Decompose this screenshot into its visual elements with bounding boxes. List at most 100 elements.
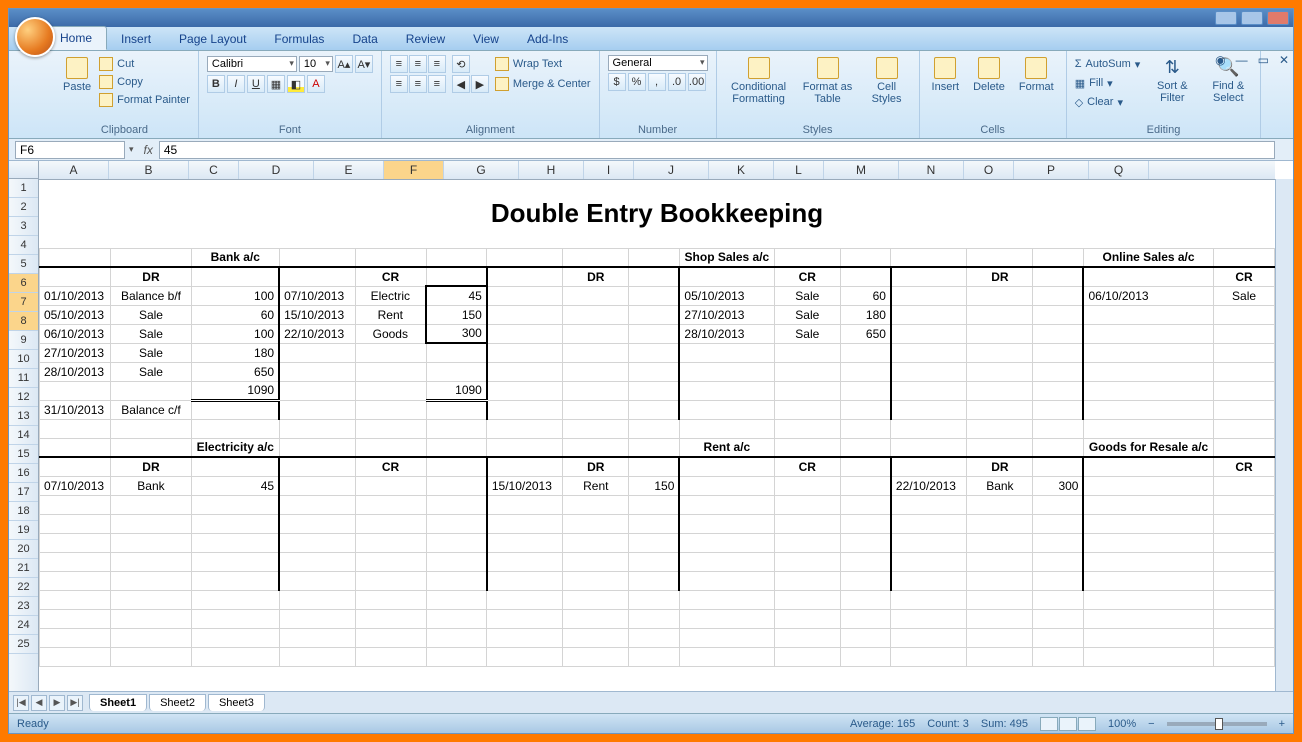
cell-M4[interactable] [891, 248, 967, 267]
cell-K20[interactable] [774, 552, 840, 571]
cell-O23[interactable] [1033, 609, 1084, 628]
help-icon[interactable]: ◉ [1215, 53, 1225, 67]
cell-E24[interactable] [355, 628, 426, 647]
cell-A7[interactable]: 05/10/2013 [40, 305, 111, 324]
cell-Q7[interactable] [1214, 305, 1275, 324]
cell-G12[interactable] [487, 400, 563, 419]
cell-F11[interactable]: 1090 [426, 381, 487, 400]
cell-N13[interactable] [967, 419, 1033, 438]
cell-E20[interactable] [355, 552, 426, 571]
maximize-button[interactable] [1241, 11, 1263, 25]
cell-C11[interactable]: 1090 [192, 381, 280, 400]
tab-insert[interactable]: Insert [107, 28, 165, 50]
cell-H17[interactable] [563, 495, 629, 514]
cell-Q21[interactable] [1214, 571, 1275, 590]
insert-cells-button[interactable]: Insert [928, 55, 964, 95]
fx-icon[interactable]: fx [138, 143, 159, 157]
cell-Q10[interactable] [1214, 362, 1275, 381]
cell-F12[interactable] [426, 400, 487, 419]
cell-N7[interactable] [967, 305, 1033, 324]
cell-N17[interactable] [967, 495, 1033, 514]
cell-K15[interactable]: CR [774, 457, 840, 476]
cell-H11[interactable] [563, 381, 629, 400]
cell-L12[interactable] [840, 400, 891, 419]
row-header-7[interactable]: 7 [9, 293, 38, 312]
sheet-tab-sheet2[interactable]: Sheet2 [149, 694, 206, 711]
cell-E7[interactable]: Rent [355, 305, 426, 324]
prev-sheet-button[interactable]: ◀ [31, 695, 47, 711]
col-header-N[interactable]: N [899, 161, 964, 179]
cell-Q6[interactable]: Sale [1214, 286, 1275, 305]
row-header-12[interactable]: 12 [9, 388, 38, 407]
cell-E19[interactable] [355, 533, 426, 552]
cell-H23[interactable] [563, 609, 629, 628]
cell-G5[interactable] [487, 267, 563, 286]
cell-Q20[interactable] [1214, 552, 1275, 571]
cell-D6[interactable]: 07/10/2013 [279, 286, 355, 305]
row-header-4[interactable]: 4 [9, 236, 38, 255]
cell-J17[interactable] [679, 495, 774, 514]
cell-H5[interactable]: DR [563, 267, 629, 286]
tab-view[interactable]: View [459, 28, 513, 50]
cell-G18[interactable] [487, 514, 563, 533]
cell-P11[interactable] [1083, 381, 1213, 400]
delete-cells-button[interactable]: Delete [969, 55, 1009, 95]
cell-D10[interactable] [279, 362, 355, 381]
cell-B20[interactable] [110, 552, 191, 571]
cell-L23[interactable] [840, 609, 891, 628]
cell-D4[interactable] [279, 248, 355, 267]
cell-L7[interactable]: 180 [840, 305, 891, 324]
cell-M5[interactable] [891, 267, 967, 286]
copy-button[interactable]: Copy [99, 73, 190, 91]
cell-M13[interactable] [891, 419, 967, 438]
col-header-G[interactable]: G [444, 161, 519, 179]
cell-O24[interactable] [1033, 628, 1084, 647]
clear-button[interactable]: ◇ Clear ▾ [1075, 93, 1141, 111]
cell-P22[interactable] [1083, 590, 1213, 609]
cell-F13[interactable] [426, 419, 487, 438]
cell-E22[interactable] [355, 590, 426, 609]
cell-C23[interactable] [192, 609, 280, 628]
sheet-tab-sheet3[interactable]: Sheet3 [208, 694, 265, 711]
cell-J13[interactable] [679, 419, 774, 438]
cell-E17[interactable] [355, 495, 426, 514]
cell-J15[interactable] [679, 457, 774, 476]
fill-button[interactable]: ▦ Fill ▾ [1075, 74, 1141, 92]
cell-G9[interactable] [487, 343, 563, 362]
percent-button[interactable]: % [628, 73, 646, 91]
cell-K22[interactable] [774, 590, 840, 609]
row-header-5[interactable]: 5 [9, 255, 38, 274]
cell-J7[interactable]: 27/10/2013 [679, 305, 774, 324]
cell-L6[interactable]: 60 [840, 286, 891, 305]
decrease-indent-button[interactable]: ◀ [452, 75, 470, 93]
cell-N9[interactable] [967, 343, 1033, 362]
cell-B18[interactable] [110, 514, 191, 533]
cell-A22[interactable] [40, 590, 111, 609]
cell-D11[interactable] [279, 381, 355, 400]
cell-J22[interactable] [679, 590, 774, 609]
cell-M21[interactable] [891, 571, 967, 590]
cell-Q14[interactable] [1214, 438, 1275, 457]
row-header-23[interactable]: 23 [9, 597, 38, 616]
cell-C4[interactable]: Bank a/c [192, 248, 280, 267]
cell-E23[interactable] [355, 609, 426, 628]
format-painter-button[interactable]: Format Painter [99, 91, 190, 109]
cell-C19[interactable] [192, 533, 280, 552]
col-header-P[interactable]: P [1014, 161, 1089, 179]
row-header-14[interactable]: 14 [9, 426, 38, 445]
cell-Q12[interactable] [1214, 400, 1275, 419]
cell-Q25[interactable] [1214, 647, 1275, 666]
col-header-A[interactable]: A [39, 161, 109, 179]
cell-A20[interactable] [40, 552, 111, 571]
cell-I13[interactable] [629, 419, 680, 438]
cell-B23[interactable] [110, 609, 191, 628]
cell-I16[interactable]: 150 [629, 476, 680, 495]
cell-P6[interactable]: 06/10/2013 [1083, 286, 1213, 305]
cell-H18[interactable] [563, 514, 629, 533]
cell-N5[interactable]: DR [967, 267, 1033, 286]
cell-H10[interactable] [563, 362, 629, 381]
cell-L22[interactable] [840, 590, 891, 609]
cell-A6[interactable]: 01/10/2013 [40, 286, 111, 305]
cell-G14[interactable] [487, 438, 563, 457]
cell-D22[interactable] [279, 590, 355, 609]
